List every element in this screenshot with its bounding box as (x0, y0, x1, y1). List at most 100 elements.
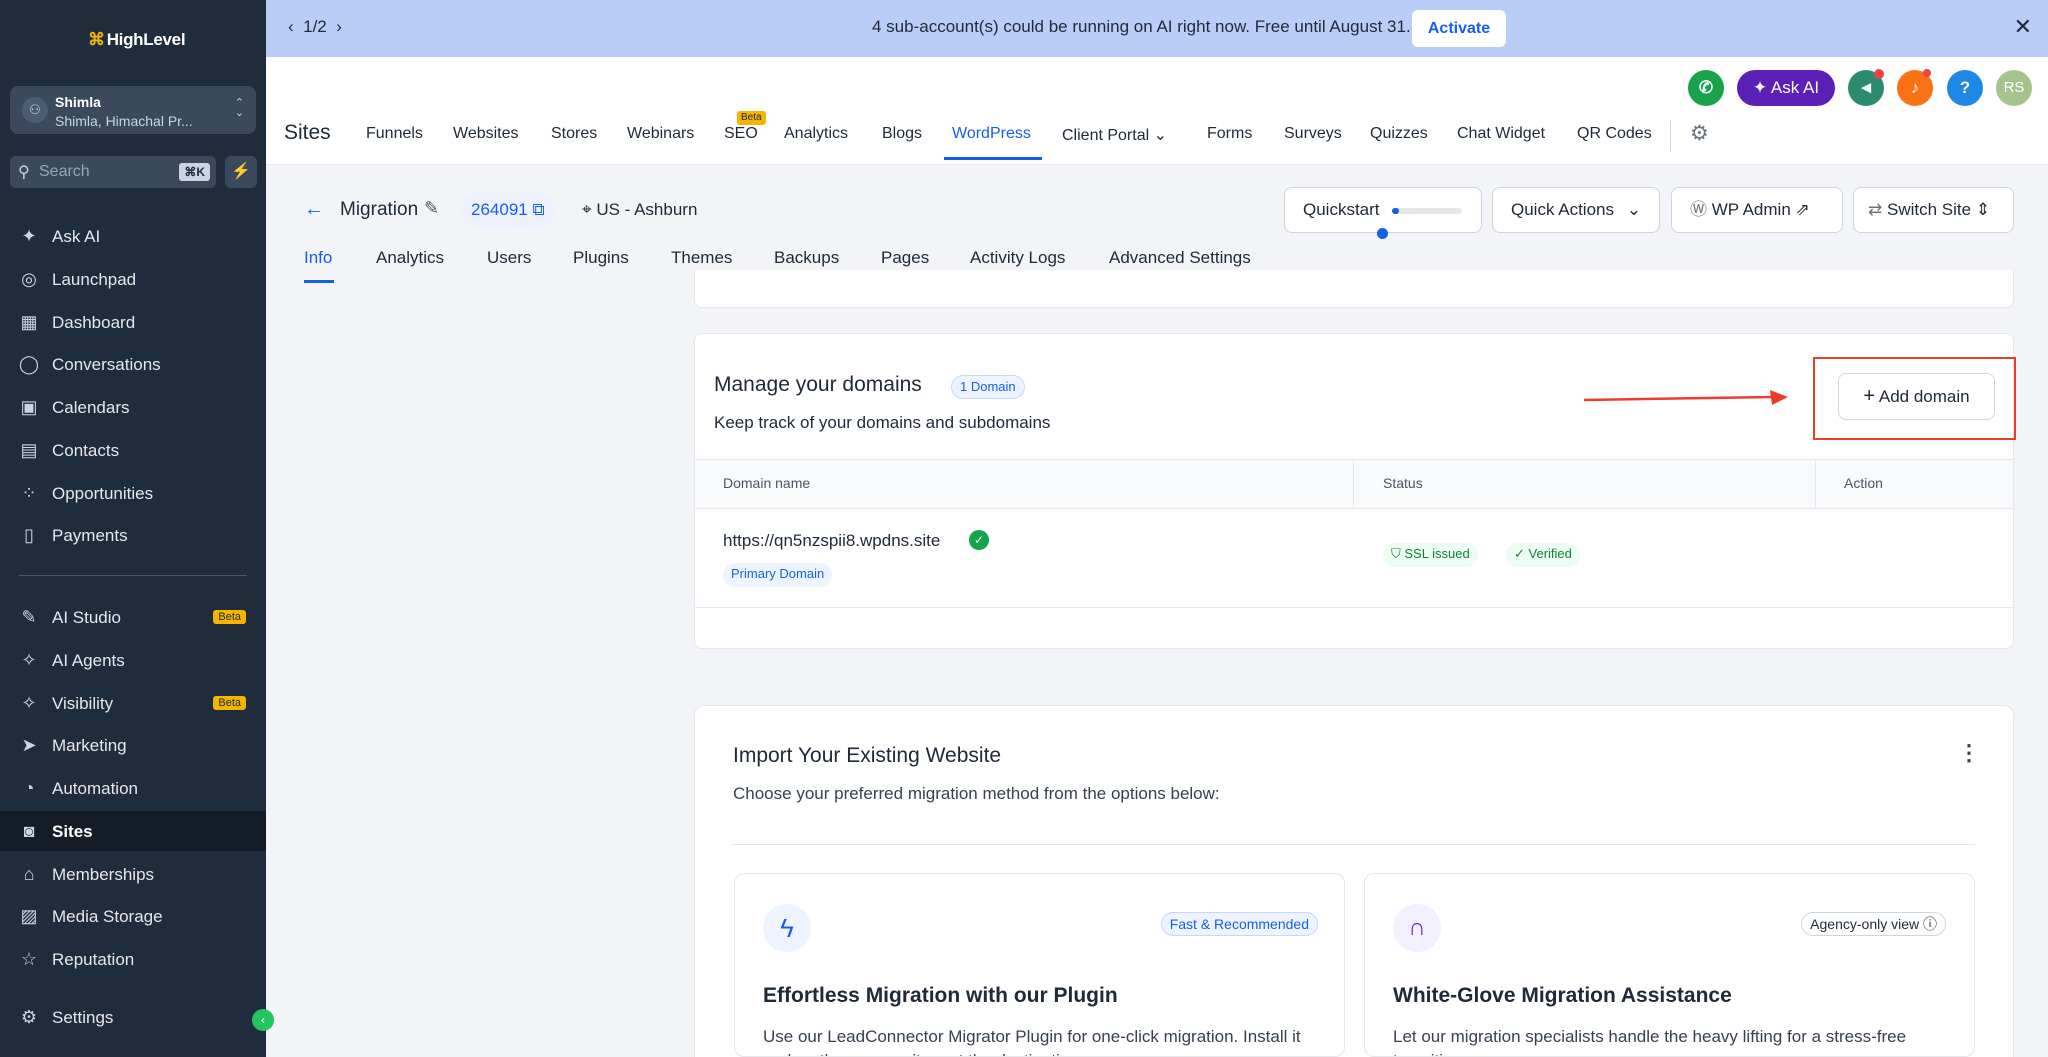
tab-surveys[interactable]: Surveys (1284, 125, 1342, 143)
subtab-users[interactable]: Users (487, 248, 531, 268)
activate-button[interactable]: Activate (1412, 10, 1506, 47)
beta-badge: Beta (213, 610, 246, 624)
agency-only-badge: Agency-only view ⓘ (1801, 912, 1946, 936)
domain-url[interactable]: https://qn5nzspii8.wpdns.site (723, 531, 940, 551)
subtab-advanced-settings[interactable]: Advanced Settings (1109, 248, 1251, 268)
subtab-backups[interactable]: Backups (774, 248, 839, 268)
tab-webinars[interactable]: Webinars (627, 125, 694, 143)
close-icon[interactable]: ✕ (2014, 14, 2032, 40)
white-glove-title: White-Glove Migration Assistance (1393, 984, 1732, 1007)
ask-ai-button[interactable]: ✦ Ask AI (1737, 70, 1835, 106)
sidebar-item-calendars[interactable]: ▣ Calendars (0, 387, 266, 427)
sidebar-item-ai-studio[interactable]: ✎ AI Studio Beta (0, 597, 266, 637)
collapse-sidebar-button[interactable]: ‹ (252, 1009, 274, 1031)
back-arrow-icon[interactable]: ← (304, 198, 324, 221)
plus-icon: + (1863, 385, 1876, 407)
verified-check-icon: ✓ (969, 530, 989, 550)
tab-chat-widget[interactable]: Chat Widget (1457, 125, 1545, 143)
tab-stores[interactable]: Stores (551, 125, 597, 143)
wp-admin-button[interactable]: Ⓦ WP Admin ⇗ (1671, 187, 1843, 233)
payments-icon: ▯ (24, 525, 34, 545)
beta-badge: Beta (213, 696, 246, 710)
sidebar-item-ai-agents[interactable]: ✧ AI Agents (0, 640, 266, 680)
sidebar-item-launchpad[interactable]: ◎ Launchpad (0, 259, 266, 299)
sidebar-item-reputation[interactable]: ☆ Reputation (0, 939, 266, 979)
column-separator (1815, 459, 1816, 509)
plugin-migration-card[interactable]: ϟ Fast & Recommended Effortless Migratio… (734, 873, 1345, 1057)
tab-wordpress[interactable]: WordPress (952, 125, 1031, 143)
subtab-themes[interactable]: Themes (671, 248, 732, 268)
pencil-icon[interactable]: ✎ (424, 198, 439, 219)
annotation-arrow (1583, 390, 1788, 405)
bolt-icon: ϟ (763, 904, 811, 952)
previous-card (694, 270, 2014, 308)
site-id-chip[interactable]: 264091 ⧉ (461, 193, 555, 227)
phone-icon[interactable]: ✆ (1688, 70, 1724, 106)
chevron-down-icon: ⌄ (1153, 127, 1168, 144)
banner-message: 4 sub-account(s) could be running on AI … (872, 17, 1411, 36)
help-icon[interactable]: ? (1947, 70, 1983, 106)
tab-client-portal[interactable]: Client Portal ⌄ (1062, 125, 1167, 145)
quick-actions-button[interactable]: Quick Actions ⌄ (1492, 187, 1660, 233)
tab-forms[interactable]: Forms (1207, 125, 1252, 143)
subtab-info[interactable]: Info (304, 248, 332, 268)
column-action: Action (1844, 475, 1883, 491)
more-options-icon[interactable]: ⋮ (1958, 740, 1980, 766)
tab-quizzes[interactable]: Quizzes (1370, 125, 1428, 143)
sidebar-item-media-storage[interactable]: ▨ Media Storage (0, 896, 266, 936)
sidebar-item-sites[interactable]: ◙ Sites (0, 811, 266, 851)
sidebar-item-opportunities[interactable]: ⁘ Opportunities (0, 473, 266, 513)
domain-count-badge: 1 Domain (951, 375, 1025, 399)
chat-icon: ◯ (18, 354, 40, 374)
import-title: Import Your Existing Website (733, 744, 1002, 767)
ssl-issued-badge: ⛉ SSL issued (1383, 543, 1478, 567)
subtab-analytics[interactable]: Analytics (376, 248, 444, 268)
add-domain-button[interactable]: + Add domain (1838, 373, 1995, 420)
star-icon: ☆ (20, 949, 38, 969)
promo-banner: ‹ 1/2 › 4 sub-account(s) could be runnin… (266, 0, 2048, 57)
rocket-icon: ◎ (21, 269, 37, 289)
import-divider (733, 844, 1975, 845)
sparkle-icon: ✦ (1752, 78, 1768, 97)
account-switcher[interactable]: ⚇ Shimla Shimla, Himachal Pr... ⌃ ⌄ (10, 86, 256, 134)
chevron-left-icon[interactable]: ‹ (288, 17, 294, 36)
sidebar-item-dashboard[interactable]: ▦ Dashboard (0, 302, 266, 342)
sidebar-item-memberships[interactable]: ⌂ Memberships (0, 854, 266, 894)
highlevel-logo[interactable]: ⌘ HighLevel (88, 30, 186, 50)
sidebar-item-marketing[interactable]: ➤ Marketing (0, 725, 266, 765)
switch-site-button[interactable]: ⇄ Switch Site ⇕ (1853, 187, 2014, 233)
tab-funnels[interactable]: Funnels (366, 125, 423, 143)
tab-blogs[interactable]: Blogs (882, 125, 922, 143)
search-input[interactable]: ⚲ Search ⌘K (10, 156, 216, 188)
sidebar-item-settings[interactable]: ⚙ Settings (0, 997, 266, 1037)
user-avatar[interactable]: RS (1996, 70, 2032, 106)
sidebar-item-conversations[interactable]: ◯ Conversations (0, 344, 266, 384)
sidebar-item-ask-ai[interactable]: ✦ Ask AI (0, 216, 266, 256)
tab-analytics[interactable]: Analytics (784, 125, 848, 143)
chevron-right-icon[interactable]: › (336, 17, 342, 36)
top-header: ✆ ✦ Ask AI ◄ ♪ ? RS Sites Funnels Websit… (266, 57, 2048, 165)
page-title: Sites (284, 121, 331, 144)
subtab-activity-logs[interactable]: Activity Logs (970, 248, 1065, 268)
send-icon: ➤ (21, 735, 37, 755)
info-icon: ⓘ (1923, 916, 1937, 932)
site-name: Migration (340, 199, 419, 220)
gear-icon[interactable]: ⚙ (1690, 121, 1709, 146)
tab-websites[interactable]: Websites (453, 125, 519, 143)
sidebar-item-payments[interactable]: ▯ Payments (0, 515, 266, 555)
subtab-pages[interactable]: Pages (881, 248, 929, 268)
pager-text: 1/2 (303, 17, 327, 36)
subtab-plugins[interactable]: Plugins (573, 248, 629, 268)
sidebar-item-visibility[interactable]: ✧ Visibility Beta (0, 683, 266, 723)
tab-qr-codes[interactable]: QR Codes (1577, 125, 1652, 143)
tab-seo[interactable]: SEO (724, 125, 758, 143)
white-glove-card[interactable]: ∩ Agency-only view ⓘ White-Glove Migrati… (1364, 873, 1975, 1057)
search-icon: ⚲ (18, 164, 30, 181)
sidebar-item-automation[interactable]: ◔ Automation (0, 768, 266, 808)
sidebar-item-contacts[interactable]: ▤ Contacts (0, 430, 266, 470)
domains-title: Manage your domains (714, 373, 922, 396)
table-row: https://qn5nzspii8.wpdns.site ✓ Primary … (695, 509, 2013, 608)
quick-action-button[interactable]: ⚡ (225, 156, 257, 188)
automation-icon: ◔ (23, 778, 35, 798)
opportunities-icon: ⁘ (21, 483, 37, 503)
